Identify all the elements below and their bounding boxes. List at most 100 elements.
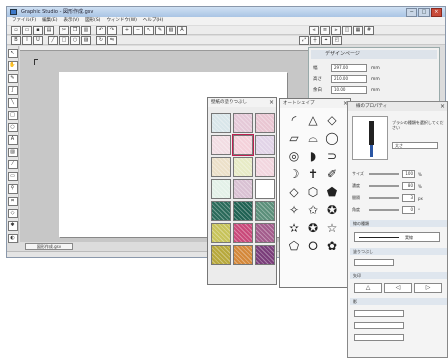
fill-tool-icon[interactable]: ▨	[7, 147, 18, 157]
autoshape-item-icon[interactable]: ☆	[324, 221, 340, 235]
menu-view[interactable]: 表示(V)	[63, 17, 79, 25]
autoshape-item-icon[interactable]: ⭘	[305, 239, 321, 253]
arrow-none-button[interactable]: △	[354, 283, 382, 293]
shadow-select-2[interactable]	[354, 322, 404, 329]
size-slider[interactable]	[369, 173, 399, 175]
italic-icon[interactable]: I	[22, 35, 32, 45]
line-type-select[interactable]: 実線	[354, 232, 440, 242]
autoshape-item-icon[interactable]: ◎	[286, 149, 302, 163]
height-input[interactable]: 210.00	[331, 75, 367, 83]
wallpaper-swatch[interactable]	[211, 201, 231, 221]
wallpaper-swatch[interactable]	[233, 179, 253, 199]
wallpaper-swatch[interactable]	[255, 157, 275, 177]
autoshape-item-icon[interactable]: ◇	[286, 185, 302, 199]
fill-icon[interactable]: ▨	[81, 35, 91, 45]
view-icon[interactable]: ◰	[332, 35, 342, 45]
undo-icon[interactable]: ↶	[96, 25, 106, 35]
arrow-start-button[interactable]: ◁	[384, 283, 412, 293]
autoshape-item-icon[interactable]: ◇	[324, 113, 340, 127]
brush-tool-icon[interactable]: ∫	[7, 85, 18, 96]
spacing-input[interactable]: 3	[402, 194, 415, 202]
menu-file[interactable]: ファイル(F)	[12, 17, 36, 25]
rectangle-tool-icon[interactable]: □	[7, 110, 18, 120]
density-input[interactable]: 80	[402, 182, 415, 190]
print-icon[interactable]: ▤	[44, 25, 54, 35]
angle-slider[interactable]	[369, 209, 399, 211]
autoshape-item-icon[interactable]: △	[305, 113, 321, 127]
pencil-tool-icon[interactable]: ✎	[7, 73, 18, 83]
autoshape-item-icon[interactable]: ⊃	[324, 149, 340, 163]
zoom-fit-icon[interactable]: ⤢	[299, 35, 309, 45]
wallpaper-swatch[interactable]	[255, 179, 275, 199]
density-slider[interactable]	[369, 185, 399, 187]
stamp-tool-icon[interactable]: ✱	[7, 221, 18, 231]
section-line-type[interactable]: 線の種類	[350, 220, 447, 227]
wallpaper-swatch[interactable]	[233, 245, 253, 265]
wallpaper-swatch[interactable]	[255, 245, 275, 265]
brush-preview[interactable]	[352, 116, 388, 160]
autoshape-item-icon[interactable]: ◜	[286, 113, 302, 127]
autoshape-item-icon[interactable]: ☽	[286, 167, 302, 181]
document-tab[interactable]: 図形作成.gsv	[25, 243, 73, 250]
group-icon[interactable]: ◫	[342, 25, 352, 35]
autoshape-item-icon[interactable]: ✧	[286, 203, 302, 217]
autoshape-item-icon[interactable]: ◗	[305, 149, 321, 163]
shadow-select-1[interactable]	[354, 310, 404, 317]
ellipse-icon[interactable]: ○	[70, 35, 80, 45]
rect-icon[interactable]: □	[59, 35, 69, 45]
fill-select[interactable]	[354, 259, 394, 266]
autoshape-item-icon[interactable]: ✐	[324, 167, 340, 181]
menu-edit[interactable]: 編集(E)	[42, 17, 57, 25]
ruler-icon[interactable]: ┼	[310, 35, 320, 45]
menu-window[interactable]: ウィンドウ(W)	[106, 17, 136, 25]
shadow-select-3[interactable]	[354, 334, 404, 341]
redo-icon[interactable]: ↷	[107, 25, 117, 35]
autoshape-item-icon[interactable]: ◯	[324, 131, 340, 145]
wallpaper-swatch[interactable]	[211, 157, 231, 177]
autoshape-item-icon[interactable]: ✝	[305, 167, 321, 181]
autoshape-item-icon[interactable]: ✪	[305, 221, 321, 235]
spacing-slider[interactable]	[369, 197, 399, 199]
hand-tool-icon[interactable]: ✋	[7, 61, 18, 71]
eyedropper-tool-icon[interactable]: ⁄	[7, 159, 18, 170]
minimize-button[interactable]: −	[406, 8, 418, 17]
wallpaper-swatch[interactable]	[211, 135, 231, 155]
maximize-button[interactable]: □	[418, 8, 430, 17]
menu-shape[interactable]: 図形(S)	[85, 17, 100, 25]
cut-icon[interactable]: ✂	[59, 25, 69, 35]
section-arrow[interactable]: 矢印	[350, 272, 447, 279]
shape-tool-icon[interactable]: ◇	[7, 209, 18, 219]
wallpaper-swatch[interactable]	[255, 201, 275, 221]
autoshape-item-icon[interactable]: ▱	[286, 131, 302, 145]
color-tool-icon[interactable]: ◐	[7, 233, 18, 243]
open-icon[interactable]: ▭	[22, 25, 32, 35]
zoom-out-icon[interactable]: −	[133, 25, 143, 35]
wallpaper-swatch[interactable]	[233, 223, 253, 243]
wallpaper-swatch[interactable]	[211, 223, 231, 243]
zoom-tool-icon[interactable]: ⚲	[7, 184, 18, 194]
save-icon[interactable]: ▪	[33, 25, 43, 35]
wallpaper-swatch[interactable]	[233, 201, 253, 221]
margin-input[interactable]: 10.00	[331, 86, 367, 94]
ellipse-tool-icon[interactable]: ○	[7, 122, 18, 133]
wallpaper-swatch[interactable]	[232, 134, 254, 156]
underline-icon[interactable]: U	[33, 35, 43, 45]
new-icon[interactable]: ▫	[11, 25, 21, 35]
align-right-icon[interactable]: ⫸	[331, 25, 341, 35]
align-left-icon[interactable]: ⫷	[309, 25, 319, 35]
align-center-icon[interactable]: ≡	[320, 25, 330, 35]
wallpaper-swatch[interactable]	[255, 113, 275, 133]
pointer-tool-icon[interactable]: ↖	[7, 49, 18, 59]
zoom-in-icon[interactable]: +	[122, 25, 132, 35]
angle-input[interactable]: 0	[402, 206, 415, 214]
width-select[interactable]: 太さ	[392, 142, 438, 149]
bold-icon[interactable]: B	[11, 35, 21, 45]
autoshape-item-icon[interactable]: ⬡	[305, 185, 321, 199]
wallpaper-swatch[interactable]	[255, 223, 275, 243]
wallpaper-swatch[interactable]	[211, 245, 231, 265]
rotate-icon[interactable]: ↻	[96, 35, 106, 45]
eraser-icon[interactable]: ▧	[166, 25, 176, 35]
width-input[interactable]: 297.00	[331, 64, 367, 72]
size-input[interactable]: 100	[402, 170, 415, 178]
autoshape-item-icon[interactable]: ✪	[324, 203, 340, 217]
